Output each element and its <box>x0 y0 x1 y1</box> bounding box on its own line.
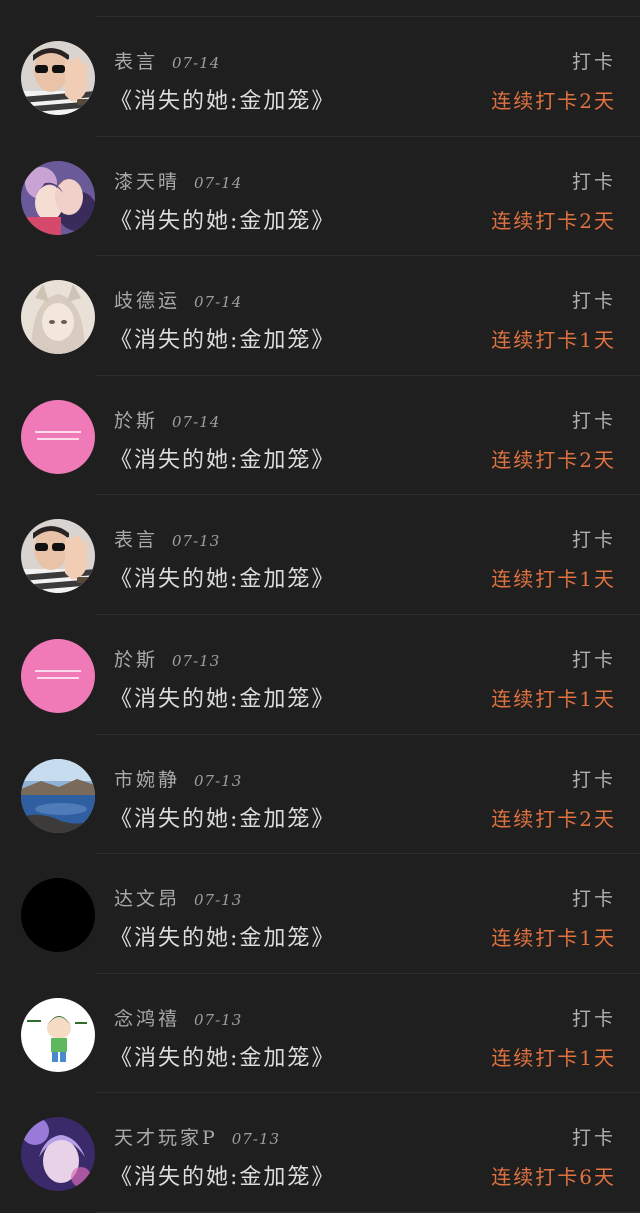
feed-item[interactable]: 市婉静 07-13 《消失的她:金加笼》 打卡 连续打卡2天 <box>0 735 640 855</box>
book-title[interactable]: 《消失的她:金加笼》 <box>110 1159 335 1191</box>
user-name[interactable]: 表言 <box>114 529 158 551</box>
user-name[interactable]: 表言 <box>114 51 158 73</box>
avatar-sunglasses-photo[interactable] <box>21 41 95 115</box>
feed-item[interactable]: 於斯 07-13 《消失的她:金加笼》 打卡 连续打卡1天 <box>0 615 640 735</box>
avatar-black[interactable] <box>21 878 95 953</box>
checkin-button[interactable]: 打卡 <box>572 47 616 74</box>
user-meta: 表言 07-14 <box>114 47 220 74</box>
book-title[interactable]: 《消失的她:金加笼》 <box>110 442 335 474</box>
user-name[interactable]: 歧德运 <box>114 290 180 312</box>
streak-label: 连续打卡2天 <box>491 447 616 472</box>
streak-label: 连续打卡1天 <box>491 567 616 592</box>
streak-label: 连续打卡2天 <box>491 806 616 831</box>
avatar-purple-anime[interactable] <box>21 1117 95 1192</box>
book-title[interactable]: 《消失的她:金加笼》 <box>110 203 335 235</box>
checkin-feed: 表言 07-14 《消失的她:金加笼》 打卡 连续打卡2天 漆天晴 07-14 《消… <box>0 17 640 1213</box>
streak-label: 连续打卡2天 <box>491 89 616 113</box>
streak-label: 连续打卡1天 <box>491 1045 616 1070</box>
book-title[interactable]: 《消失的她:金加笼》 <box>110 1040 335 1072</box>
user-meta: 市婉静 07-13 <box>114 765 242 792</box>
user-meta: 於斯 07-13 <box>114 645 220 672</box>
user-meta: 念鸿禧 07-13 <box>114 1004 242 1031</box>
checkin-date: 07-13 <box>172 651 221 670</box>
checkin-button[interactable]: 打卡 <box>572 406 616 433</box>
feed-item[interactable]: 於斯 07-14 《消失的她:金加笼》 打卡 连续打卡2天 <box>0 376 640 496</box>
feed-item[interactable]: 达文昂 07-13 《消失的她:金加笼》 打卡 连续打卡1天 <box>0 854 640 974</box>
avatar-pink-text[interactable] <box>21 399 95 474</box>
checkin-date: 07-13 <box>231 1130 281 1149</box>
avatar-cartoon-kid[interactable] <box>21 997 95 1072</box>
feed-item[interactable]: 念鸿禧 07-13 《消失的她:金加笼》 打卡 连续打卡1天 <box>0 974 640 1094</box>
user-name[interactable]: 念鸿禧 <box>114 1008 180 1030</box>
book-title[interactable]: 《消失的她:金加笼》 <box>110 83 335 115</box>
book-title[interactable]: 《消失的她:金加笼》 <box>110 681 335 713</box>
avatar-pink-text[interactable] <box>21 638 95 713</box>
checkin-button[interactable]: 打卡 <box>572 884 616 911</box>
user-meta: 歧德运 07-14 <box>114 286 242 313</box>
checkin-date: 07-14 <box>194 293 243 312</box>
avatar-lake-landscape[interactable] <box>21 758 95 833</box>
checkin-button[interactable]: 打卡 <box>572 167 616 194</box>
checkin-date: 07-13 <box>194 1010 243 1029</box>
checkin-button[interactable]: 打卡 <box>572 286 616 313</box>
user-name[interactable]: 漆天晴 <box>114 171 180 193</box>
avatar-light-portrait[interactable] <box>21 280 95 355</box>
checkin-date: 07-13 <box>172 532 221 551</box>
checkin-button[interactable]: 打卡 <box>572 1123 616 1150</box>
feed-item[interactable]: 天才玩家P 07-13 《消失的她:金加笼》 打卡 连续打卡6天 <box>0 1093 640 1213</box>
user-meta: 天才玩家P 07-13 <box>114 1123 280 1150</box>
user-meta: 表言 07-13 <box>114 525 220 552</box>
user-meta: 达文昂 07-13 <box>114 884 242 911</box>
avatar-sunglasses-photo[interactable] <box>21 519 95 594</box>
user-name[interactable]: 天才玩家P <box>114 1127 218 1149</box>
book-title[interactable]: 《消失的她:金加笼》 <box>110 561 335 593</box>
feed-item[interactable]: 表言 07-14 《消失的她:金加笼》 打卡 连续打卡2天 <box>0 17 640 137</box>
book-title[interactable]: 《消失的她:金加笼》 <box>110 801 335 833</box>
checkin-button[interactable]: 打卡 <box>572 1004 616 1031</box>
checkin-date: 07-14 <box>194 173 243 192</box>
checkin-button[interactable]: 打卡 <box>572 645 616 672</box>
streak-label: 连续打卡1天 <box>491 328 616 353</box>
streak-label: 连续打卡1天 <box>491 686 616 711</box>
user-meta: 於斯 07-14 <box>114 406 220 433</box>
checkin-button[interactable]: 打卡 <box>572 765 616 792</box>
book-title[interactable]: 《消失的她:金加笼》 <box>110 322 335 354</box>
feed-item[interactable]: 歧德运 07-14 《消失的她:金加笼》 打卡 连续打卡1天 <box>0 256 640 376</box>
streak-label: 连续打卡6天 <box>491 1165 616 1190</box>
checkin-date: 07-13 <box>194 891 243 910</box>
user-name[interactable]: 於斯 <box>114 649 158 671</box>
streak-label: 连续打卡1天 <box>491 926 616 951</box>
checkin-date: 07-14 <box>172 412 221 431</box>
feed-item[interactable]: 表言 07-13 《消失的她:金加笼》 打卡 连续打卡1天 <box>0 495 640 615</box>
avatar-anime-couple[interactable] <box>21 160 95 235</box>
checkin-date: 07-13 <box>194 771 243 790</box>
feed-item[interactable]: 漆天晴 07-14 《消失的她:金加笼》 打卡 连续打卡2天 <box>0 137 640 257</box>
book-title[interactable]: 《消失的她:金加笼》 <box>110 920 335 952</box>
user-name[interactable]: 市婉静 <box>114 769 180 791</box>
checkin-date: 07-14 <box>172 54 221 72</box>
checkin-button[interactable]: 打卡 <box>572 525 616 552</box>
user-name[interactable]: 达文昂 <box>114 888 180 910</box>
user-meta: 漆天晴 07-14 <box>114 167 242 194</box>
streak-label: 连续打卡2天 <box>491 208 616 233</box>
user-name[interactable]: 於斯 <box>114 410 158 432</box>
